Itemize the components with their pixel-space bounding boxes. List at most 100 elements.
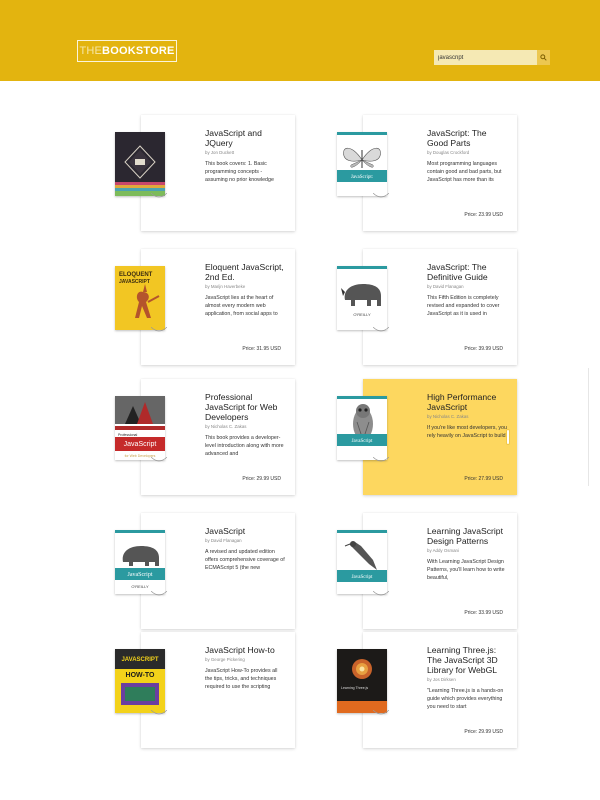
book-cover[interactable]: JavaScript bbox=[337, 530, 387, 594]
book-title[interactable]: Eloquent JavaScript, 2nd Ed. bbox=[205, 262, 285, 282]
svg-text:JavaScript: JavaScript bbox=[352, 439, 373, 444]
book-card[interactable]: JavaScript Learning JavaScript Design Pa… bbox=[337, 513, 517, 629]
book-author: by David Flanagan bbox=[205, 538, 242, 543]
book-title[interactable]: Learning Three.js: The JavaScript 3D Lib… bbox=[427, 645, 507, 675]
svg-text:Learning Three.js: Learning Three.js bbox=[341, 686, 368, 690]
svg-text:O'REILLY: O'REILLY bbox=[131, 584, 149, 589]
cover-art: JavaScript: bbox=[337, 132, 387, 196]
book-description: This Fifth Edition is completely revised… bbox=[427, 295, 500, 317]
book-author: by Marijn Haverbeke bbox=[205, 284, 246, 289]
svg-text:JAVASCRIPT: JAVASCRIPT bbox=[121, 657, 158, 663]
page-curl-icon bbox=[151, 193, 167, 198]
search-button[interactable] bbox=[537, 50, 550, 65]
book-cover[interactable]: JavaScript O'REILLY bbox=[115, 530, 165, 594]
book-price: Price: 23.99 USD bbox=[464, 212, 503, 218]
book-info: JavaScript and JQuery by Jon Duckett Thi… bbox=[205, 128, 285, 184]
cover-art: JavaScript bbox=[337, 530, 387, 594]
book-card[interactable]: Learning Three.js Learning Three.js: The… bbox=[337, 632, 517, 748]
svg-text:JavaScript: JavaScript bbox=[124, 441, 157, 448]
book-card[interactable]: ELOQUENT JAVASCRIPT Eloquent JavaScript,… bbox=[115, 249, 295, 365]
page-curl-icon bbox=[373, 710, 389, 715]
book-title[interactable]: JavaScript: The Definitive Guide bbox=[427, 262, 507, 282]
book-info: JavaScript by David Flanagan A revised a… bbox=[205, 526, 285, 572]
svg-text:JavaScript: JavaScript bbox=[128, 572, 153, 578]
svg-text:ELOQUENT: ELOQUENT bbox=[119, 272, 153, 278]
book-author: by George Pickering bbox=[205, 657, 245, 662]
book-info: High Performance JavaScript by Nicholas … bbox=[427, 392, 507, 440]
book-description: Most programming languages contain good … bbox=[427, 161, 502, 183]
book-card[interactable]: JAVASCRIPT HOW-TO JavaScript How-to by G… bbox=[115, 632, 295, 748]
book-price: Price: 39.99 USD bbox=[464, 346, 503, 352]
book-cover[interactable] bbox=[115, 132, 165, 196]
book-info: JavaScript: The Definitive Guide by Davi… bbox=[427, 262, 507, 318]
book-author: by Addy Osmani bbox=[427, 548, 459, 553]
page-curl-icon bbox=[373, 457, 389, 462]
description-scrollbar[interactable] bbox=[506, 429, 510, 445]
book-info: JavaScript How-to by George Pickering Ja… bbox=[205, 645, 285, 691]
cover-art: JavaScript bbox=[337, 396, 387, 460]
book-title[interactable]: JavaScript and JQuery bbox=[205, 128, 285, 148]
page-curl-icon bbox=[151, 457, 167, 462]
cover-art: Learning Three.js bbox=[337, 649, 387, 713]
book-cover[interactable]: Learning Three.js bbox=[337, 649, 387, 713]
cover-art: O'REILLY bbox=[337, 266, 387, 330]
book-cover[interactable]: Professional JavaScript for Web Develope… bbox=[115, 396, 165, 460]
book-cover[interactable]: ELOQUENT JAVASCRIPT bbox=[115, 266, 165, 330]
book-card-highlighted[interactable]: JavaScript High Performance JavaScript b… bbox=[337, 379, 517, 495]
book-author: by David Flanagan bbox=[427, 284, 464, 289]
book-title[interactable]: JavaScript How-to bbox=[205, 645, 285, 655]
book-title[interactable]: Professional JavaScript for Web Develope… bbox=[205, 392, 285, 422]
book-title[interactable]: Learning JavaScript Design Patterns bbox=[427, 526, 507, 546]
page-curl-icon bbox=[151, 591, 167, 596]
book-title[interactable]: JavaScript bbox=[205, 526, 285, 536]
book-price: Price: 27.99 USD bbox=[464, 476, 503, 482]
book-description: "Learning Three.js is a hands-on guide w… bbox=[427, 688, 504, 710]
book-price: Price: 31.95 USD bbox=[242, 346, 281, 352]
svg-text:JAVASCRIPT: JAVASCRIPT bbox=[119, 279, 150, 285]
book-author: by Nicholas C. Zakas bbox=[427, 414, 469, 419]
book-price: Price: 29.99 USD bbox=[464, 729, 503, 735]
book-description: JavaScript How-To provides all the tips,… bbox=[205, 668, 278, 690]
book-info: JavaScript: The Good Parts by Douglas Cr… bbox=[427, 128, 507, 184]
page-curl-icon bbox=[151, 710, 167, 715]
book-cover[interactable]: O'REILLY bbox=[337, 266, 387, 330]
svg-text:Professional: Professional bbox=[118, 433, 137, 437]
book-price: Price: 29.99 USD bbox=[242, 476, 281, 482]
book-description: With Learning JavaScript Design Patterns… bbox=[427, 559, 505, 581]
page-curl-icon bbox=[151, 327, 167, 332]
book-price: Price: 33.99 USD bbox=[464, 610, 503, 616]
book-info: Learning Three.js: The JavaScript 3D Lib… bbox=[427, 645, 507, 711]
book-card[interactable]: JavaScript O'REILLY JavaScript by David … bbox=[115, 513, 295, 629]
book-info: Learning JavaScript Design Patterns by A… bbox=[427, 526, 507, 582]
site-header: THEBOOKSTORE bbox=[0, 0, 600, 81]
book-card[interactable]: JavaScript and JQuery by Jon Duckett Thi… bbox=[115, 115, 295, 231]
svg-text:HOW-TO: HOW-TO bbox=[126, 672, 155, 679]
book-card[interactable]: Professional JavaScript for Web Develope… bbox=[115, 379, 295, 495]
book-author: by Nicholas C. Zakas bbox=[205, 424, 247, 429]
book-description: If you're like most developers, you rely… bbox=[427, 425, 507, 439]
book-cover[interactable]: JAVASCRIPT HOW-TO bbox=[115, 649, 165, 713]
page-curl-icon bbox=[373, 591, 389, 596]
cover-art: JAVASCRIPT HOW-TO bbox=[115, 649, 165, 713]
book-info: Eloquent JavaScript, 2nd Ed. by Marijn H… bbox=[205, 262, 285, 318]
svg-text:JavaScript: JavaScript bbox=[352, 575, 373, 580]
page-edge-line bbox=[588, 368, 589, 486]
book-cover[interactable]: JavaScript: bbox=[337, 132, 387, 196]
cover-art: JavaScript O'REILLY bbox=[115, 530, 165, 594]
book-card[interactable]: JavaScript: JavaScript: The Good Parts b… bbox=[337, 115, 517, 231]
site-logo[interactable]: THEBOOKSTORE bbox=[77, 40, 177, 62]
cover-art: ELOQUENT JAVASCRIPT bbox=[115, 266, 165, 330]
page-curl-icon bbox=[373, 193, 389, 198]
cover-art: Professional JavaScript for Web Develope… bbox=[115, 396, 165, 460]
search-input[interactable] bbox=[434, 50, 537, 65]
book-info: Professional JavaScript for Web Develope… bbox=[205, 392, 285, 458]
book-author: by Jon Duckett bbox=[205, 150, 235, 155]
book-title[interactable]: JavaScript: The Good Parts bbox=[427, 128, 507, 148]
book-title[interactable]: High Performance JavaScript bbox=[427, 392, 507, 412]
book-card[interactable]: O'REILLY JavaScript: The Definitive Guid… bbox=[337, 249, 517, 365]
search-icon bbox=[540, 54, 547, 61]
svg-text:O'REILLY: O'REILLY bbox=[353, 312, 371, 317]
page-curl-icon bbox=[373, 327, 389, 332]
book-author: by Douglas Crockford bbox=[427, 150, 470, 155]
book-cover[interactable]: JavaScript bbox=[337, 396, 387, 460]
